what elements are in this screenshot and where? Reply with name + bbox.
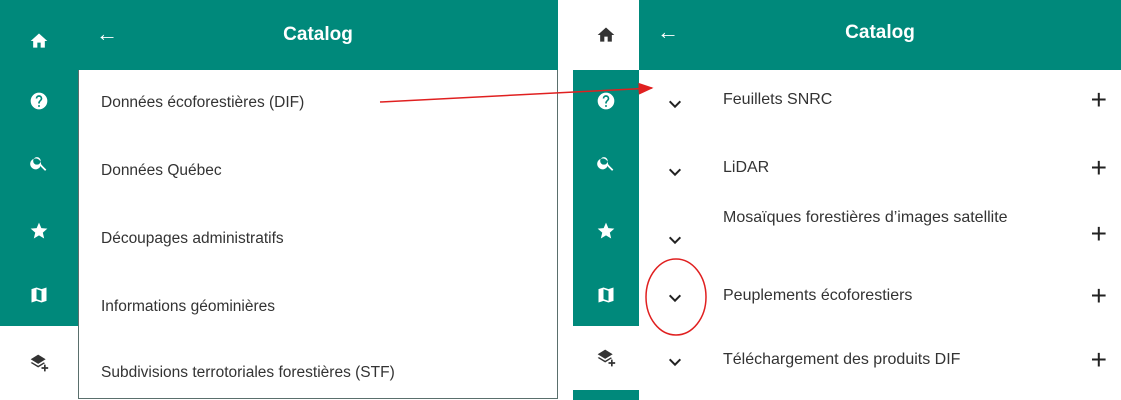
favorites-button[interactable] xyxy=(573,198,639,264)
search-button[interactable] xyxy=(0,130,78,196)
search-icon xyxy=(30,157,47,171)
chevron-down-icon[interactable] xyxy=(667,164,683,180)
chevron-down-icon[interactable] xyxy=(667,96,683,112)
layer-label: Peuplements écoforestiers xyxy=(723,287,913,304)
catalog-title: Catalog xyxy=(845,22,915,43)
home-button[interactable] xyxy=(0,8,78,74)
catalog-title: Catalog xyxy=(283,24,353,45)
list-item: Feuillets SNRC + xyxy=(639,70,1121,136)
search-button[interactable] xyxy=(573,130,639,196)
catalog-item-dif[interactable]: Données écoforestières (DIF) xyxy=(101,94,304,112)
chevron-down-icon[interactable] xyxy=(667,290,683,306)
catalog-header: ← Catalog xyxy=(78,0,558,70)
map-icon xyxy=(31,287,47,303)
catalog-button[interactable] xyxy=(0,326,78,400)
list-item: Peuplements écoforestiers + xyxy=(639,268,1121,334)
help-icon xyxy=(30,92,48,110)
catalog-panel-left: ← Catalog Données écoforestières (DIF) D… xyxy=(0,0,566,400)
catalog-item-decoupages[interactable]: Découpages administratifs xyxy=(101,230,284,248)
add-layer-button[interactable]: + xyxy=(1091,86,1107,114)
home-button[interactable] xyxy=(573,0,639,70)
layer-label: LiDAR xyxy=(723,159,770,176)
favorites-button[interactable] xyxy=(0,198,78,264)
side-rail xyxy=(573,0,639,400)
layers-add-icon xyxy=(597,349,616,367)
search-icon xyxy=(597,157,614,171)
catalog-header: ← Catalog xyxy=(639,0,1121,70)
catalog-list: Données écoforestières (DIF) Données Qué… xyxy=(78,70,558,399)
home-icon xyxy=(597,27,615,42)
side-rail xyxy=(0,0,78,400)
add-layer-button[interactable]: + xyxy=(1091,282,1107,310)
add-layer-button[interactable]: + xyxy=(1091,346,1107,374)
help-button[interactable] xyxy=(573,68,639,134)
catalog-panel-right: ← Catalog Feuillets SNRC + LiDAR + Mosaï… xyxy=(573,0,1121,400)
chevron-down-icon[interactable] xyxy=(667,354,683,370)
map-icon xyxy=(598,287,614,303)
chevron-down-icon[interactable] xyxy=(667,232,683,248)
map-button[interactable] xyxy=(573,262,639,328)
layer-label: Mosaïques forestières d’images satellite xyxy=(723,209,1008,226)
catalog-item-donnees-quebec[interactable]: Données Québec xyxy=(101,162,222,180)
list-item: LiDAR + xyxy=(639,136,1121,202)
catalog-button[interactable] xyxy=(573,326,639,390)
star-icon xyxy=(597,222,615,239)
add-layer-button[interactable]: + xyxy=(1091,154,1107,182)
catalog-item-geominieres[interactable]: Informations géominières xyxy=(101,298,275,316)
help-icon xyxy=(597,92,615,110)
list-item: Mosaïques forestières d’images satellite… xyxy=(639,202,1121,268)
help-button[interactable] xyxy=(0,68,78,134)
layer-label: Feuillets SNRC xyxy=(723,91,833,108)
layer-label: Téléchargement des produits DIF xyxy=(723,351,961,368)
home-icon xyxy=(30,33,48,48)
layers-add-icon xyxy=(30,354,49,372)
dif-layer-list: Feuillets SNRC + LiDAR + Mosaïques fores… xyxy=(639,70,1121,400)
list-item: Téléchargement des produits DIF + xyxy=(639,334,1121,400)
star-icon xyxy=(30,222,48,239)
add-layer-button[interactable]: + xyxy=(1091,220,1107,248)
catalog-item-stf[interactable]: Subdivisions terrotoriales forestières (… xyxy=(101,364,395,382)
map-button[interactable] xyxy=(0,262,78,328)
